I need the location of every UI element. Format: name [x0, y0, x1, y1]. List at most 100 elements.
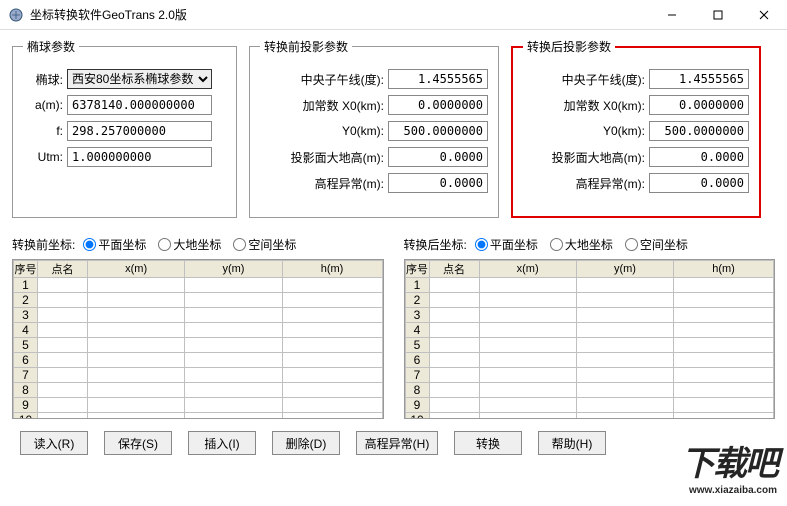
table-row[interactable]: 10 — [405, 413, 774, 420]
table-row[interactable]: 7 — [14, 368, 383, 383]
table-row[interactable]: 2 — [14, 293, 383, 308]
anom-before-label: 高程异常(m): — [315, 175, 384, 192]
f-label: f: — [23, 124, 63, 138]
a-input[interactable] — [67, 95, 212, 115]
anom-after-label: 高程异常(m): — [576, 175, 645, 192]
app-icon — [8, 7, 24, 23]
row-seq: 10 — [14, 413, 38, 420]
close-button[interactable] — [741, 0, 787, 30]
after-table-wrap[interactable]: 序号 点名 x(m) y(m) h(m) 12345678910 — [404, 259, 776, 419]
y0-before-input[interactable] — [388, 121, 488, 141]
table-row[interactable]: 4 — [14, 323, 383, 338]
y0-before-label: Y0(km): — [342, 124, 384, 138]
row-seq: 7 — [405, 368, 429, 383]
y0-after-input[interactable] — [649, 121, 749, 141]
col-name: 点名 — [38, 261, 88, 278]
table-row[interactable]: 9 — [405, 398, 774, 413]
table-row[interactable]: 1 — [14, 278, 383, 293]
before-coord-type-row: 转换前坐标: 平面坐标 大地坐标 空间坐标 — [12, 236, 384, 253]
table-row[interactable]: 3 — [14, 308, 383, 323]
table-row[interactable]: 8 — [14, 383, 383, 398]
row-seq: 2 — [405, 293, 429, 308]
meridian-before-label: 中央子午线(度): — [301, 71, 384, 88]
meridian-after-label: 中央子午线(度): — [562, 71, 645, 88]
before-radio-space[interactable]: 空间坐标 — [233, 236, 296, 253]
row-seq: 6 — [405, 353, 429, 368]
row-seq: 2 — [14, 293, 38, 308]
table-row[interactable]: 6 — [405, 353, 774, 368]
after-table: 序号 点名 x(m) y(m) h(m) 12345678910 — [405, 260, 775, 419]
x0-before-input[interactable] — [388, 95, 488, 115]
before-coord-label: 转换前坐标: — [12, 236, 75, 253]
table-row[interactable]: 4 — [405, 323, 774, 338]
table-row[interactable]: 5 — [405, 338, 774, 353]
row-seq: 8 — [405, 383, 429, 398]
geoh-before-input[interactable] — [388, 147, 488, 167]
delete-button[interactable]: 删除(D) — [272, 431, 340, 455]
table-row[interactable]: 1 — [405, 278, 774, 293]
y0-after-label: Y0(km): — [603, 124, 645, 138]
maximize-button[interactable] — [695, 0, 741, 30]
row-seq: 9 — [405, 398, 429, 413]
help-button[interactable]: 帮助(H) — [538, 431, 606, 455]
insert-button[interactable]: 插入(I) — [188, 431, 256, 455]
col-h: h(m) — [282, 261, 382, 278]
f-input[interactable] — [67, 121, 212, 141]
a-label: a(m): — [23, 98, 63, 112]
row-seq: 10 — [405, 413, 429, 420]
col-y: y(m) — [185, 261, 282, 278]
table-row[interactable]: 7 — [405, 368, 774, 383]
anom-before-input[interactable] — [388, 173, 488, 193]
geoh-after-input[interactable] — [649, 147, 749, 167]
table-row[interactable]: 2 — [405, 293, 774, 308]
anom-after-input[interactable] — [649, 173, 749, 193]
meridian-before-input[interactable] — [388, 69, 488, 89]
row-seq: 4 — [405, 323, 429, 338]
col-name: 点名 — [429, 261, 479, 278]
minimize-button[interactable] — [649, 0, 695, 30]
before-radio-plane[interactable]: 平面坐标 — [83, 236, 146, 253]
before-table-wrap[interactable]: 序号 点名 x(m) y(m) h(m) 12345678910 — [12, 259, 384, 419]
col-y: y(m) — [576, 261, 673, 278]
geoh-before-label: 投影面大地高(m): — [291, 149, 384, 166]
row-seq: 6 — [14, 353, 38, 368]
ellipsoid-select[interactable]: 西安80坐标系椭球参数 — [67, 69, 212, 89]
table-row[interactable]: 6 — [14, 353, 383, 368]
convert-button[interactable]: 转换 — [454, 431, 522, 455]
col-seq: 序号 — [14, 261, 38, 278]
button-row: 读入(R) 保存(S) 插入(I) 删除(D) 高程异常(H) 转换 帮助(H) — [12, 431, 775, 455]
after-radio-plane[interactable]: 平面坐标 — [475, 236, 538, 253]
before-radio-geo[interactable]: 大地坐标 — [158, 236, 221, 253]
x0-after-input[interactable] — [649, 95, 749, 115]
table-row[interactable]: 3 — [405, 308, 774, 323]
row-seq: 1 — [14, 278, 38, 293]
save-button[interactable]: 保存(S) — [104, 431, 172, 455]
after-radio-space[interactable]: 空间坐标 — [625, 236, 688, 253]
after-coord-label: 转换后坐标: — [404, 236, 467, 253]
ellipsoid-params-group: 椭球参数 椭球: 西安80坐标系椭球参数 a(m): f: Utm: — [12, 38, 237, 218]
col-seq: 序号 — [405, 261, 429, 278]
ellipsoid-label: 椭球: — [23, 71, 63, 88]
col-x: x(m) — [88, 261, 185, 278]
anomaly-button[interactable]: 高程异常(H) — [356, 431, 438, 455]
col-h: h(m) — [674, 261, 774, 278]
after-coord-type-row: 转换后坐标: 平面坐标 大地坐标 空间坐标 — [404, 236, 776, 253]
row-seq: 3 — [405, 308, 429, 323]
after-radio-geo[interactable]: 大地坐标 — [550, 236, 613, 253]
utm-input[interactable] — [67, 147, 212, 167]
proj-after-group: 转换后投影参数 中央子午线(度): 加常数 X0(km): Y0(km): 投影… — [511, 38, 761, 218]
row-seq: 4 — [14, 323, 38, 338]
row-seq: 1 — [405, 278, 429, 293]
table-row[interactable]: 5 — [14, 338, 383, 353]
row-seq: 5 — [14, 338, 38, 353]
table-row[interactable]: 9 — [14, 398, 383, 413]
table-row[interactable]: 8 — [405, 383, 774, 398]
meridian-after-input[interactable] — [649, 69, 749, 89]
read-button[interactable]: 读入(R) — [20, 431, 88, 455]
col-x: x(m) — [479, 261, 576, 278]
proj-after-legend: 转换后投影参数 — [523, 38, 615, 55]
x0-after-label: 加常数 X0(km): — [564, 97, 645, 114]
row-seq: 7 — [14, 368, 38, 383]
table-row[interactable]: 10 — [14, 413, 383, 420]
titlebar: 坐标转换软件GeoTrans 2.0版 — [0, 0, 787, 30]
